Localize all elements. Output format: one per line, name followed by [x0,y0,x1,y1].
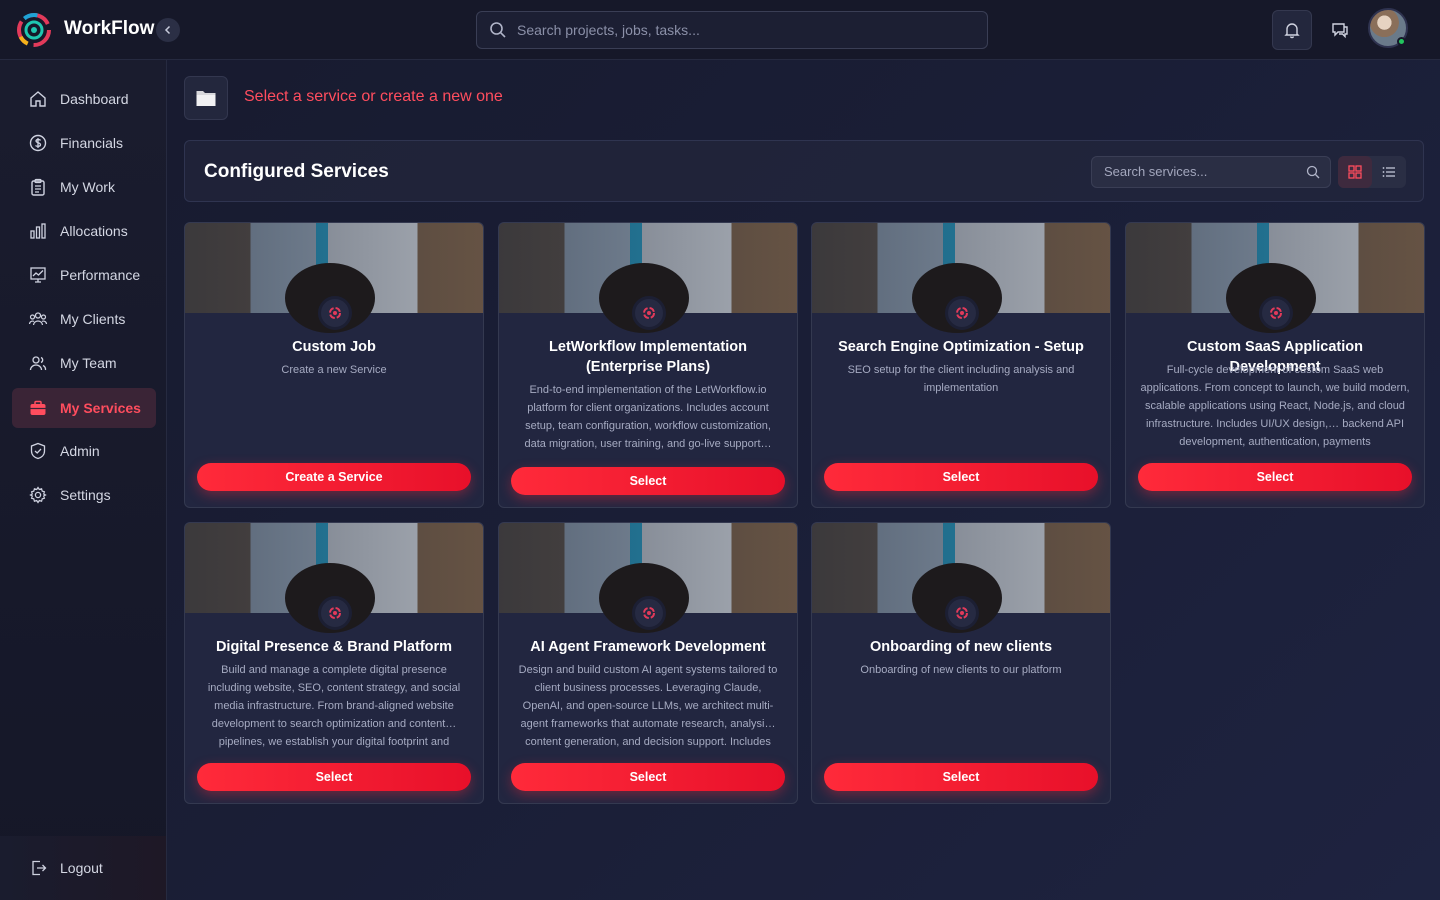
sidebar-item-label: Allocations [60,223,128,239]
sidebar: Dashboard Financials My Work Allocations… [0,60,167,900]
service-badge-icon [318,296,352,330]
card-title: AI Agent Framework Development [530,639,766,655]
clipboard-icon [31,178,45,196]
top-bar: WorkFlow [0,0,1440,60]
view-toggle [1338,156,1406,188]
search-icon [1306,165,1320,179]
grid-icon [1348,165,1362,179]
users-icon [28,312,48,326]
service-badge-icon [945,596,979,630]
bell-icon [1284,23,1300,39]
logout-area: Logout [0,836,166,900]
sidebar-item-my-team[interactable]: My Team [12,343,156,383]
sidebar-item-label: My Clients [60,311,126,327]
home-icon [30,91,46,107]
card-description: Full-cycle development of custom SaaS we… [1140,364,1410,448]
sidebar-item-label: My Work [60,179,115,195]
sidebar-item-label: Admin [60,443,100,459]
select-button[interactable]: Select [1138,463,1412,491]
service-card-digital-presence[interactable]: Digital Presence & Brand Platform Build … [184,522,484,804]
sidebar-item-my-clients[interactable]: My Clients [12,299,156,339]
card-description: End-to-end implementation of the LetWork… [524,384,772,450]
workflow-logo-icon[interactable] [16,12,52,48]
service-card-letworkflow-implementation[interactable]: LetWorkflow Implementation (Enterprise P… [498,222,798,508]
sidebar-item-label: My Team [60,355,117,371]
messages-button[interactable] [1324,14,1356,46]
page-prompt: Select a service or create a new one [244,88,503,105]
sidebar-item-label: Performance [60,267,141,283]
service-search-input[interactable] [1104,164,1304,179]
service-badge-icon [318,596,352,630]
service-card-seo-setup[interactable]: Search Engine Optimization - Setup SEO s… [811,222,1111,508]
service-badge-icon [632,596,666,630]
logout-icon [32,860,47,876]
card-title: Onboarding of new clients [869,639,1053,655]
create-service-button[interactable]: Create a Service [197,463,471,491]
sidebar-item-dashboard[interactable]: Dashboard [12,79,156,119]
list-icon [1382,167,1395,177]
card-title: LetWorkflow Implementation (Enterprise P… [549,339,747,375]
service-card-onboarding[interactable]: Onboarding of new clients Onboarding of … [811,522,1111,804]
card-description: Build and manage a complete digital pres… [207,664,461,748]
card-title: Search Engine Optimization - Setup [838,339,1084,355]
shield-icon [30,442,46,460]
select-button[interactable]: Select [824,763,1098,791]
sidebar-item-label: My Services [60,400,141,416]
sidebar-item-performance[interactable]: Performance [12,255,156,295]
service-search[interactable] [1091,156,1331,188]
service-card-ai-agent-framework[interactable]: AI Agent Framework Development Design an… [498,522,798,804]
service-card-custom-job[interactable]: Custom Job Create a new Service Create a… [184,222,484,508]
dollar-icon [29,134,47,152]
logout-label: Logout [60,860,103,876]
chevron-left-icon [164,25,171,35]
select-button[interactable]: Select [824,463,1098,491]
select-button[interactable]: Select [511,763,785,791]
select-button[interactable]: Select [511,467,785,495]
sidebar-item-admin[interactable]: Admin [12,431,156,471]
service-badge-icon [632,296,666,330]
brand-name: WorkFlow [64,18,155,39]
grid-view-button[interactable] [1338,156,1372,188]
logout-button[interactable]: Logout [12,848,156,888]
card-description: Create a new Service [281,364,387,376]
sidebar-item-my-work[interactable]: My Work [12,167,156,207]
sidebar-item-my-services[interactable]: My Services [12,388,156,428]
sidebar-item-settings[interactable]: Settings [12,475,156,515]
sidebar-collapse-button[interactable] [156,18,180,42]
briefcase-icon [30,400,46,415]
sidebar-item-label: Financials [60,135,124,151]
team-icon [29,356,47,371]
card-description: Design and build custom AI agent systems… [518,664,778,748]
bar-chart-icon [30,223,46,239]
search-icon [490,22,506,38]
online-status-dot [1397,37,1406,46]
sidebar-item-label: Settings [60,487,111,503]
sidebar-item-label: Dashboard [60,91,129,107]
gear-icon [29,486,47,504]
sidebar-item-financials[interactable]: Financials [12,123,156,163]
chat-icon [1332,23,1348,39]
card-description: SEO setup for the client including analy… [847,364,1075,394]
service-card-custom-saas[interactable]: Custom SaaS Application Development Full… [1125,222,1425,508]
card-description: Onboarding of new clients to our platfor… [860,664,1062,676]
trend-chart-icon [30,267,46,283]
card-title: Digital Presence & Brand Platform [215,639,453,655]
sidebar-item-allocations[interactable]: Allocations [12,211,156,251]
panel-title: Configured Services [204,161,389,182]
list-view-button[interactable] [1372,156,1406,188]
notifications-button[interactable] [1272,10,1312,50]
service-badge-icon [945,296,979,330]
folder-icon [184,76,228,120]
global-search[interactable] [476,11,988,49]
services-panel-header: Configured Services [184,140,1424,202]
global-search-input[interactable] [517,22,957,38]
select-button[interactable]: Select [197,763,471,791]
card-title: Custom Job [292,339,376,355]
service-badge-icon [1259,296,1293,330]
